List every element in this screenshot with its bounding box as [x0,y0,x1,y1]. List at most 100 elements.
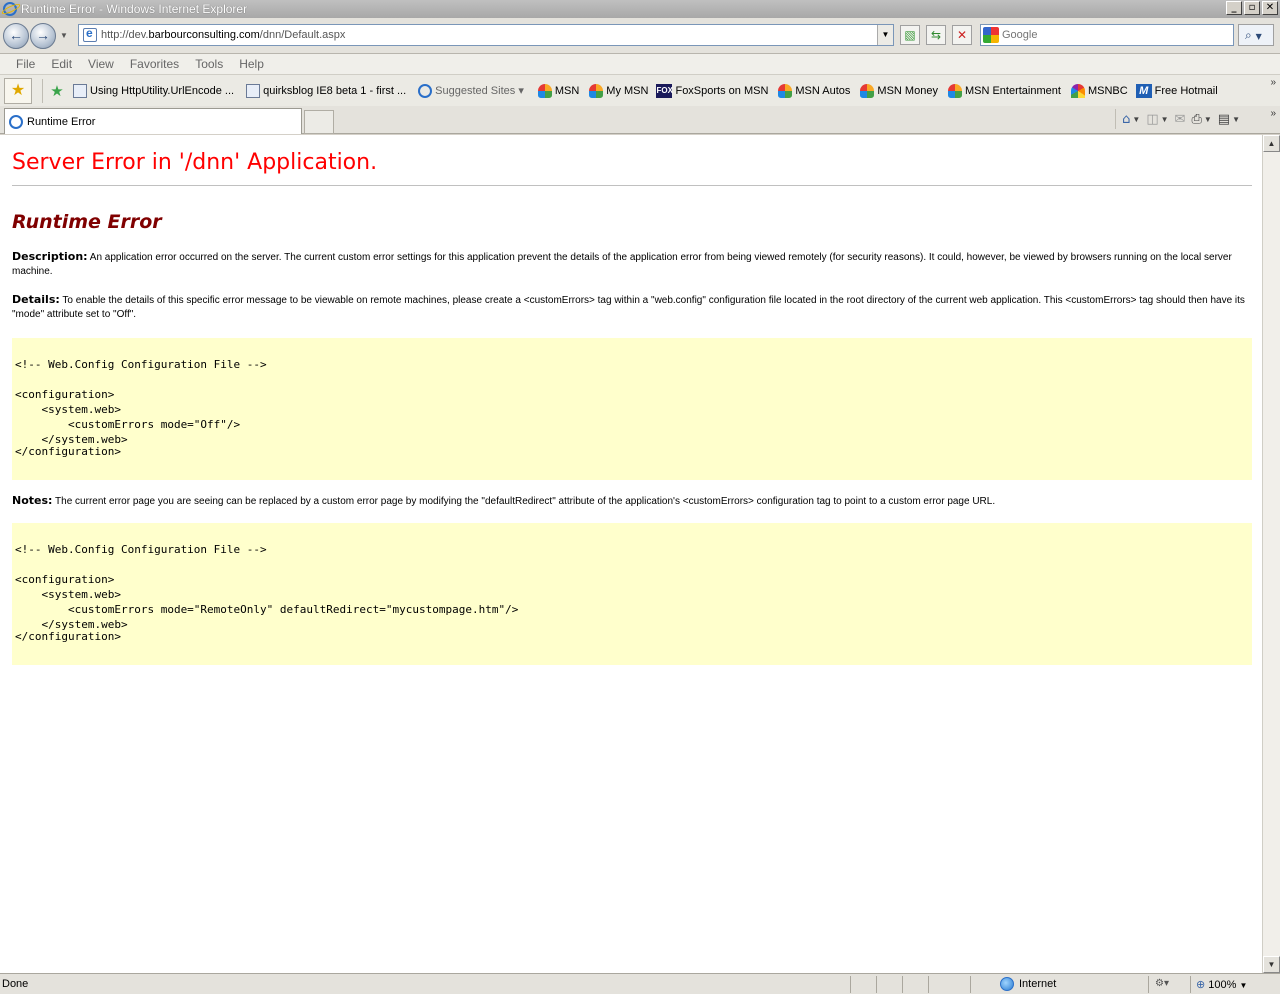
page-dropdown-icon[interactable]: ▼ [1232,115,1240,124]
details-paragraph: Details: To enable the details of this s… [12,293,1248,322]
window-title: Runtime Error - Windows Internet Explore… [21,2,248,16]
refresh-icon: ⇆ [930,28,942,42]
favorite-link-free-hotmail[interactable]: M Free Hotmail [1135,83,1218,98]
favorite-link-msn-autos[interactable]: MSN Autos [778,83,850,98]
minimize-button[interactable]: _ [1226,1,1242,15]
status-text: Done [2,978,29,990]
favorite-link-my-msn[interactable]: My MSN [589,83,648,98]
menu-help[interactable]: Help [231,57,272,71]
compatibility-view-button[interactable]: ▧ [900,25,920,45]
feeds-icon[interactable]: ◫ [1146,112,1158,127]
favorite-suggested-sites[interactable]: Suggested Sites ▾ [418,83,524,98]
scroll-down-icon[interactable]: ▼ [1263,956,1280,973]
menu-edit[interactable]: Edit [43,57,80,71]
chevron-right-icon[interactable]: » [1270,108,1276,119]
mail-icon[interactable]: ✉ [1175,112,1186,127]
zoom-level[interactable]: ⊕ 100% ▼ [1196,978,1247,991]
menu-favorites[interactable]: Favorites [122,57,187,71]
command-bar: ⌂ ▼ ◫ ▼ ✉ ⎙ ▼ ▤ ▼ [1115,109,1240,129]
notes-text: The current error page you are seeing ca… [55,496,996,508]
zoom-dropdown-icon: ▼ [1239,981,1248,990]
menu-tools[interactable]: Tools [187,57,231,71]
code-line: </configuration> [15,630,121,644]
print-icon[interactable]: ⎙ [1191,112,1201,127]
search-icon: ⌕ [1245,28,1252,42]
star-icon: ★ [10,81,26,99]
config-code-block-remoteonly: <!-- Web.Config Configuration File --> <c… [12,523,1252,666]
favorite-link-msn[interactable]: MSN [537,83,579,98]
tab-runtime-error[interactable]: Runtime Error [4,108,302,134]
hotmail-icon: M [1135,83,1152,98]
address-dropdown-icon[interactable]: ▼ [877,25,893,45]
code-line: <!-- Web.Config Configuration File --> [15,543,267,557]
favorite-link-foxsports[interactable]: FOX FoxSports on MSN [656,83,768,98]
ie-icon [418,83,433,98]
nbc-icon [1070,83,1085,98]
code-line: <configuration> [15,388,115,402]
address-url[interactable]: http://dev.barbourconsulting.com/dnn/Def… [101,29,345,41]
page-menu-icon[interactable]: ▤ [1218,112,1230,127]
search-button[interactable]: ⌕ ▼ [1238,24,1274,46]
address-bar[interactable]: http://dev.barbourconsulting.com/dnn/Def… [78,24,894,46]
page-icon [73,83,87,98]
search-input[interactable] [1002,29,1222,41]
search-dropdown-icon: ▼ [1255,32,1262,41]
status-cell [850,976,874,993]
star-add-icon: ★ [50,82,64,100]
msn-icon [537,83,552,98]
details-text: To enable the details of this specific e… [12,295,1245,321]
back-arrow-icon: ← [9,27,23,43]
ie-logo-icon [3,2,17,16]
fox-icon: FOX [656,83,673,98]
maximize-button[interactable]: ▫ [1244,1,1260,15]
config-code-block-off: <!-- Web.Config Configuration File --> <c… [12,338,1252,481]
home-dropdown-icon[interactable]: ▼ [1132,115,1140,124]
protected-mode-cell[interactable]: ⚙▾ [1148,976,1188,993]
refresh-button[interactable]: ⇆ [926,25,946,45]
description-text: An application error occurred on the ser… [12,252,1232,278]
search-box[interactable] [980,24,1234,46]
favorite-link-msn-entertainment[interactable]: MSN Entertainment [947,83,1061,98]
security-zone[interactable]: Internet [1000,977,1056,991]
history-dropdown-icon[interactable]: ▼ [60,31,68,40]
favorite-link-msn-money[interactable]: MSN Money [860,83,938,98]
vertical-scrollbar[interactable]: ▲ ▼ [1262,135,1280,973]
favorites-center-button[interactable]: ★ [4,77,32,104]
globe-icon [1000,977,1014,991]
notes-label: Notes: [12,494,53,508]
stop-icon: ✕ [956,28,968,42]
home-icon[interactable]: ⌂ [1122,112,1130,127]
menu-view[interactable]: View [80,57,122,71]
notes-paragraph: Notes: The current error page you are se… [12,494,1248,509]
new-tab-button[interactable] [304,110,334,134]
status-cell [902,976,926,993]
details-label: Details: [12,293,60,307]
chevron-right-icon[interactable]: » [1270,77,1276,88]
favorite-link-quirksblog[interactable]: quirksblog IE8 beta 1 - first ... [246,83,406,98]
msn-icon [947,83,962,98]
menu-bar: File Edit View Favorites Tools Help [0,54,1280,74]
menu-file[interactable]: File [8,57,43,71]
back-button[interactable]: ← [3,23,29,49]
ie-page-icon [246,83,261,98]
google-icon [983,27,999,43]
favorite-link-urlencode[interactable]: Using HttpUtility.UrlEncode ... [73,83,234,98]
page-title: Server Error in '/dnn' Application. [12,150,378,175]
status-cell [970,976,996,993]
compatibility-icon: ▧ [904,28,916,42]
close-button[interactable]: ✕ [1262,1,1278,15]
feeds-dropdown-icon[interactable]: ▼ [1161,115,1169,124]
tab-bar: Runtime Error ⌂ ▼ ◫ ▼ ✉ ⎙ ▼ ▤ ▼ » [0,106,1280,134]
stop-button[interactable]: ✕ [952,25,972,45]
print-dropdown-icon[interactable]: ▼ [1204,115,1212,124]
address-toolbar: ← → ▼ http://dev.barbourconsulting.com/d… [0,18,1280,54]
code-line: <configuration> [15,573,115,587]
code-line: <customErrors mode="Off"/> [15,418,241,432]
add-to-favorites-bar-button[interactable]: ★ [47,82,67,100]
msn-icon [778,83,793,98]
status-cell [876,976,900,993]
favorite-link-msnbc[interactable]: MSNBC [1070,83,1128,98]
forward-button[interactable]: → [30,23,56,49]
scroll-up-icon[interactable]: ▲ [1263,135,1280,152]
